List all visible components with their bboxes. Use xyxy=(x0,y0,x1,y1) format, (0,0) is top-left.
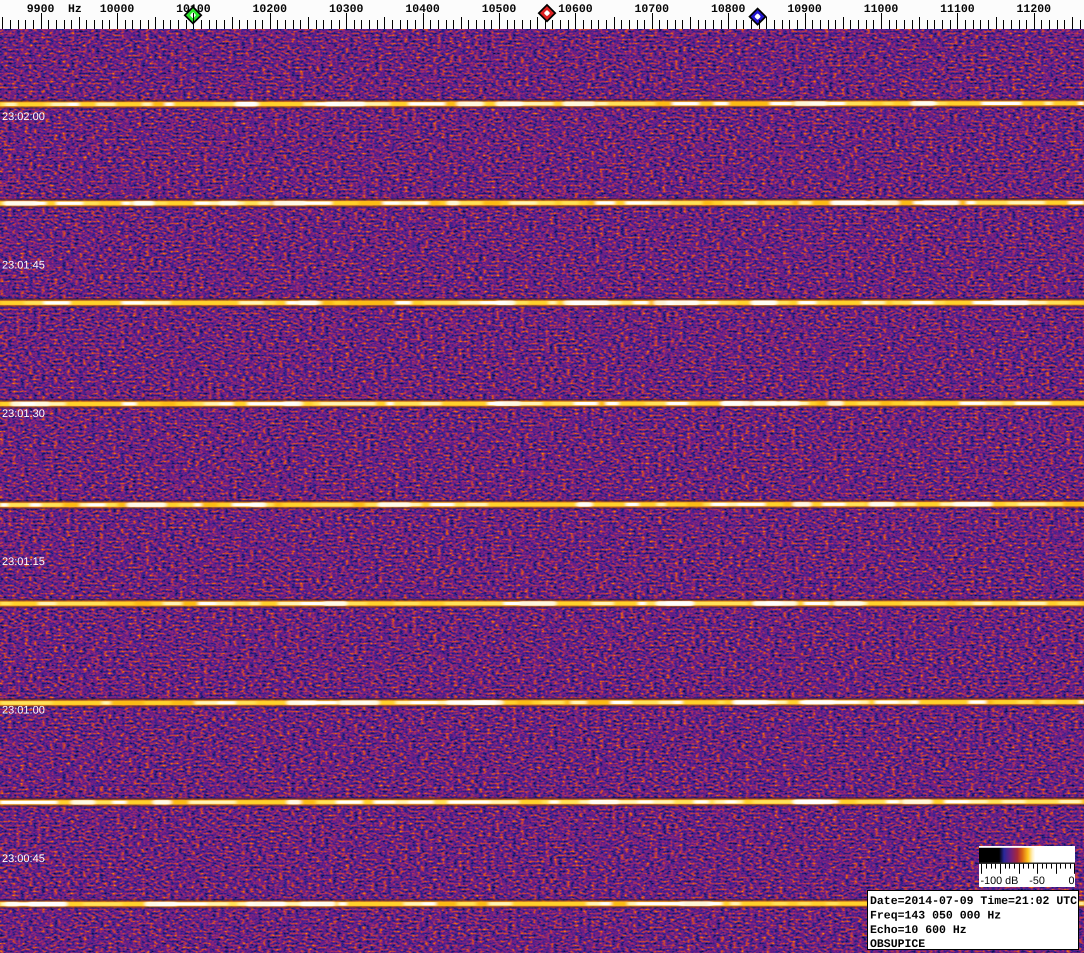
svg-text:10200: 10200 xyxy=(253,3,288,16)
svg-text:Hz: Hz xyxy=(68,3,82,16)
svg-text:23:00:45: 23:00:45 xyxy=(2,853,45,865)
svg-text:OBSUPICE: OBSUPICE xyxy=(870,938,925,949)
svg-text:23:02:00: 23:02:00 xyxy=(2,111,45,123)
svg-text:-50: -50 xyxy=(1029,875,1045,887)
svg-text:0: 0 xyxy=(1069,875,1075,887)
svg-text:23:01:30: 23:01:30 xyxy=(2,408,45,420)
svg-text:Freq=143 050 000 Hz: Freq=143 050 000 Hz xyxy=(870,910,1001,923)
svg-text:9900: 9900 xyxy=(27,3,55,16)
svg-text:10400: 10400 xyxy=(405,3,440,16)
svg-text:11200: 11200 xyxy=(1017,3,1052,16)
svg-text:Date=2014-07-09 Time=21:02 UTC: Date=2014-07-09 Time=21:02 UTC xyxy=(870,895,1077,908)
svg-text:23:01:00: 23:01:00 xyxy=(2,704,45,716)
svg-text:23:01:45: 23:01:45 xyxy=(2,260,45,272)
svg-text:Echo=10 600 Hz: Echo=10 600 Hz xyxy=(870,924,967,937)
svg-text:-100 dB: -100 dB xyxy=(981,875,1019,887)
svg-text:23:01:15: 23:01:15 xyxy=(2,556,45,568)
svg-text:10700: 10700 xyxy=(635,3,670,16)
svg-text:10900: 10900 xyxy=(787,3,822,16)
